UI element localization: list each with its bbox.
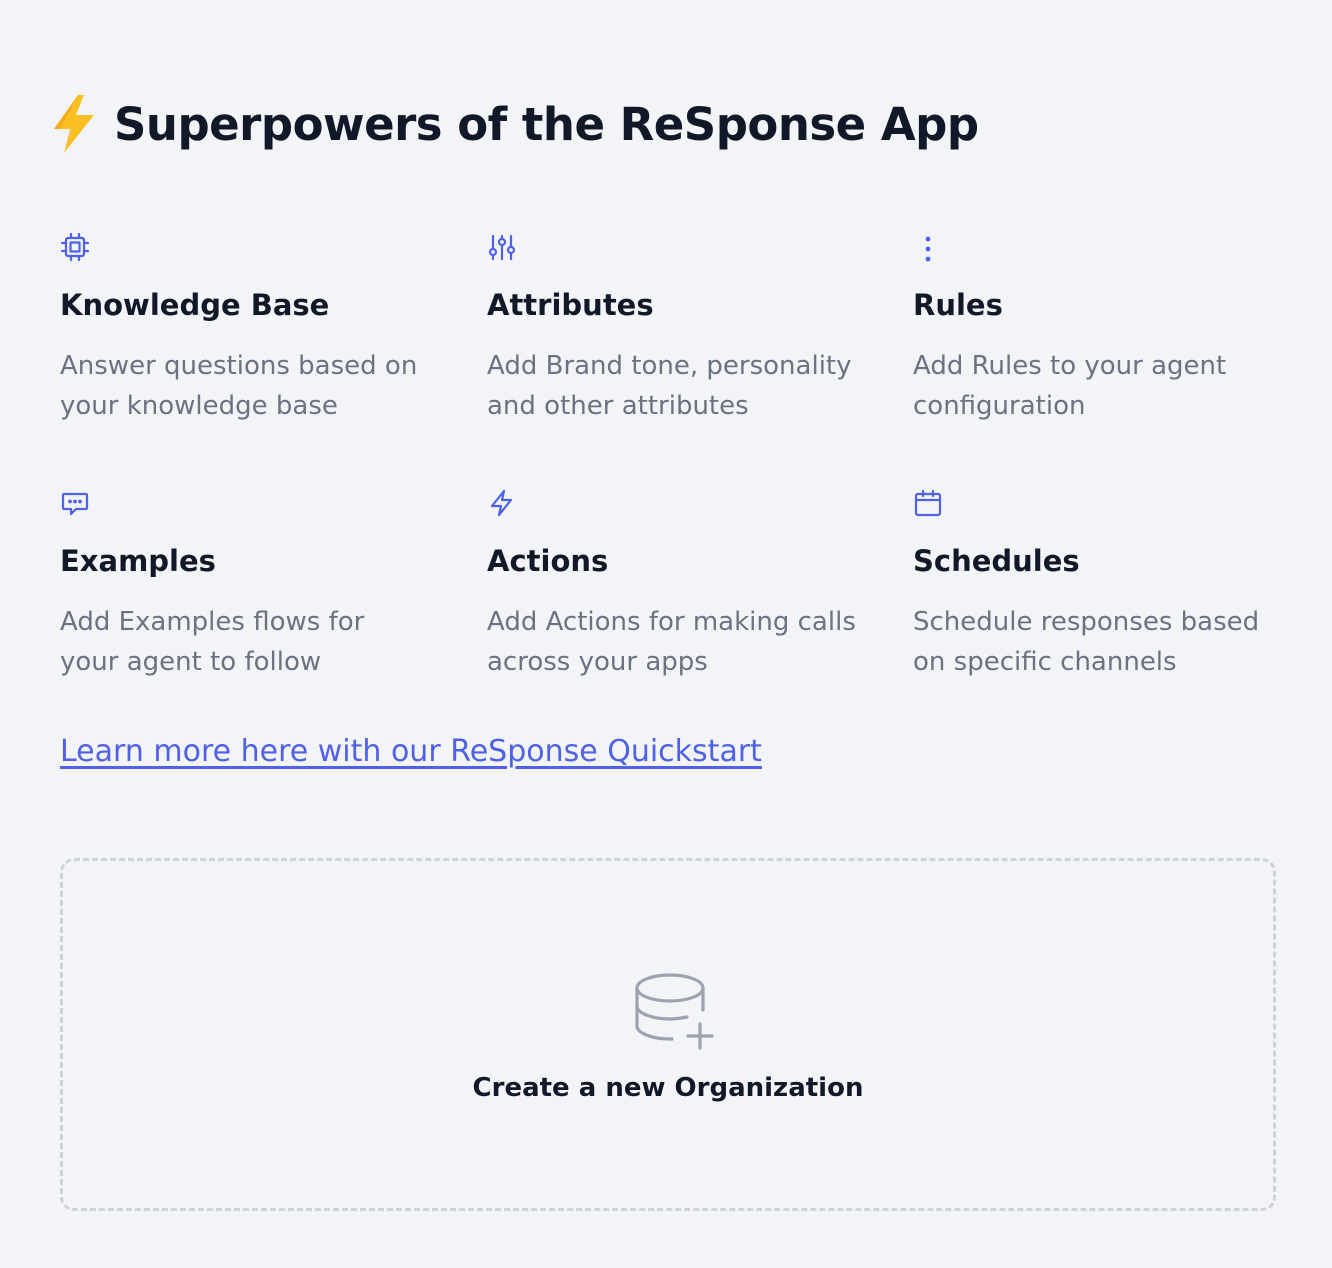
feature-rules: Rules Add Rules to your agent configurat… [913, 232, 1293, 421]
sliders-icon [487, 232, 517, 262]
feature-description: Add Examples flows for your agent to fol… [60, 607, 365, 677]
feature-title: Examples [60, 544, 216, 578]
hero-header: Superpowers of the ReSponse App [50, 92, 979, 156]
page: Superpowers of the ReSponse App Knowledg… [0, 0, 1332, 1268]
create-organization-label: Create a new Organization [472, 1073, 864, 1103]
feature-actions: Actions Add Actions for making calls acr… [487, 488, 867, 677]
feature-title: Knowledge Base [60, 288, 330, 322]
feature-title: Rules [913, 288, 1003, 322]
database-plus-icon [635, 973, 714, 1050]
feature-description: Schedule responses based on specific cha… [913, 607, 1260, 677]
feature-title: Attributes [487, 288, 654, 322]
feature-description: Add Actions for making calls across your… [487, 607, 856, 677]
feature-title: Actions [487, 544, 609, 578]
feature-examples: Examples Add Examples flows for your age… [60, 488, 440, 677]
page-title: Superpowers of the ReSponse App [114, 97, 979, 151]
feature-schedules: Schedules Schedule responses based on sp… [913, 488, 1293, 677]
feature-description: Add Rules to your agent configuration [913, 351, 1227, 421]
feature-knowledge-base: Knowledge Base Answer questions based on… [60, 232, 440, 421]
create-organization-button[interactable]: Create a new Organization [60, 858, 1276, 1211]
calendar-icon [913, 488, 943, 518]
chat-bubble-icon [60, 488, 90, 518]
feature-description: Add Brand tone, personality and other at… [487, 351, 852, 421]
feature-title: Schedules [913, 544, 1080, 578]
lightning-bolt-emoji-icon [54, 95, 94, 153]
feature-attributes: Attributes Add Brand tone, personality a… [487, 232, 867, 421]
chip-icon [60, 232, 90, 262]
quickstart-link[interactable]: Learn more here with our ReSponse Quicks… [60, 734, 762, 769]
bolt-icon [487, 488, 517, 518]
dots-vertical-icon [913, 232, 943, 262]
feature-description: Answer questions based on your knowledge… [60, 351, 418, 421]
